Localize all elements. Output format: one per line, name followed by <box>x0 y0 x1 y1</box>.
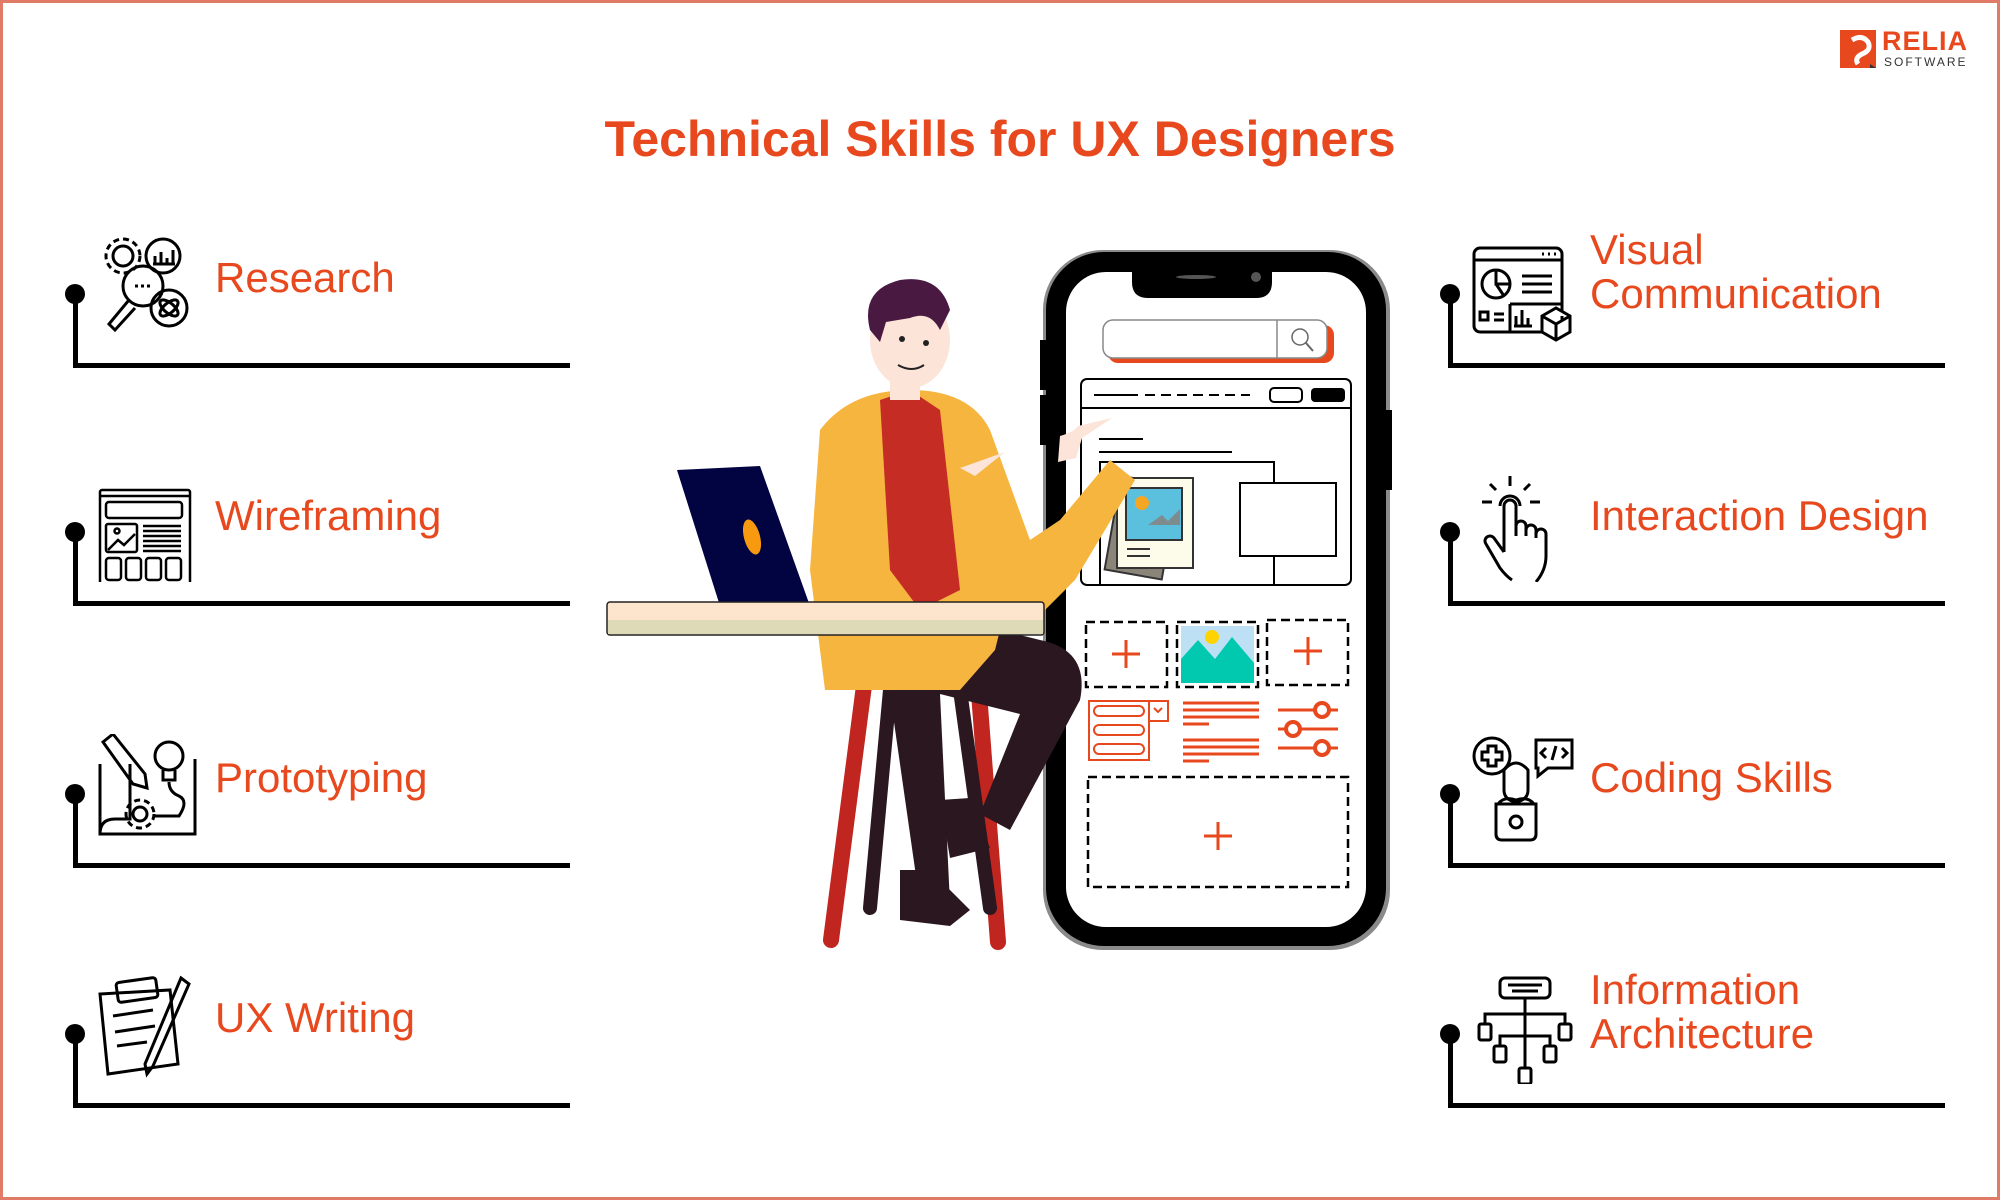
skill-visual-communication: Visual Communication <box>1440 226 1960 376</box>
skill-label-line1: Visual <box>1590 226 1704 273</box>
connector-line <box>1448 1034 1453 1108</box>
writing-icon <box>98 975 191 1078</box>
designer-illustration <box>606 250 1392 950</box>
connector-line <box>73 532 78 606</box>
connector-line <box>73 294 78 368</box>
skill-label: Interaction Design <box>1590 492 1929 539</box>
research-icon <box>104 237 189 333</box>
underline <box>73 601 570 606</box>
skill-label-line1: Information <box>1590 966 1801 1013</box>
skill-label: Wireframing <box>215 492 442 539</box>
relia-logo: RELIA SOFTWARE <box>1840 26 1980 70</box>
skill-research: Research <box>65 226 585 376</box>
underline <box>1448 1103 1945 1108</box>
skill-label: Coding Skills <box>1590 754 1833 801</box>
sitemap-icon <box>1477 976 1573 1084</box>
phone-mockup <box>1040 250 1392 950</box>
wireframe-icon <box>98 488 192 582</box>
connector-line <box>73 794 78 868</box>
underline <box>73 363 570 368</box>
relia-logo-mark-icon <box>1840 30 1876 68</box>
underline <box>1448 363 1945 368</box>
connector-line <box>1448 294 1453 368</box>
skill-label-line2: Communication <box>1590 270 1882 317</box>
tap-hand-icon <box>1482 476 1548 582</box>
skill-label: Research <box>215 254 395 301</box>
connector-line <box>1448 532 1453 606</box>
prototype-icon <box>98 734 197 836</box>
underline <box>1448 601 1945 606</box>
skill-interaction-design: Interaction Design <box>1440 464 1960 614</box>
underline <box>73 1103 570 1108</box>
skill-label: Visual Communication <box>1590 228 1882 316</box>
connector-line <box>73 1034 78 1108</box>
logo-sub: SOFTWARE <box>1884 55 1968 69</box>
skill-label: UX Writing <box>215 994 415 1041</box>
skill-information-architecture: Information Architecture <box>1440 966 1960 1116</box>
underline <box>73 863 570 868</box>
visual-communication-icon <box>1472 246 1572 342</box>
page-title: Technical Skills for UX Designers <box>604 111 1396 167</box>
skill-label: Prototyping <box>215 754 428 801</box>
logo-name: RELIA <box>1882 26 1968 56</box>
skill-wireframing: Wireframing <box>65 464 585 614</box>
skill-label-line2: Architecture <box>1590 1010 1815 1057</box>
underline <box>1448 863 1945 868</box>
coding-icon <box>1472 736 1574 842</box>
skill-coding: Coding Skills <box>1440 726 1960 876</box>
connector-line <box>1448 794 1453 868</box>
skill-label: Information Architecture <box>1590 968 1814 1056</box>
skill-ux-writing: UX Writing <box>65 966 585 1116</box>
skill-prototyping: Prototyping <box>65 726 585 876</box>
